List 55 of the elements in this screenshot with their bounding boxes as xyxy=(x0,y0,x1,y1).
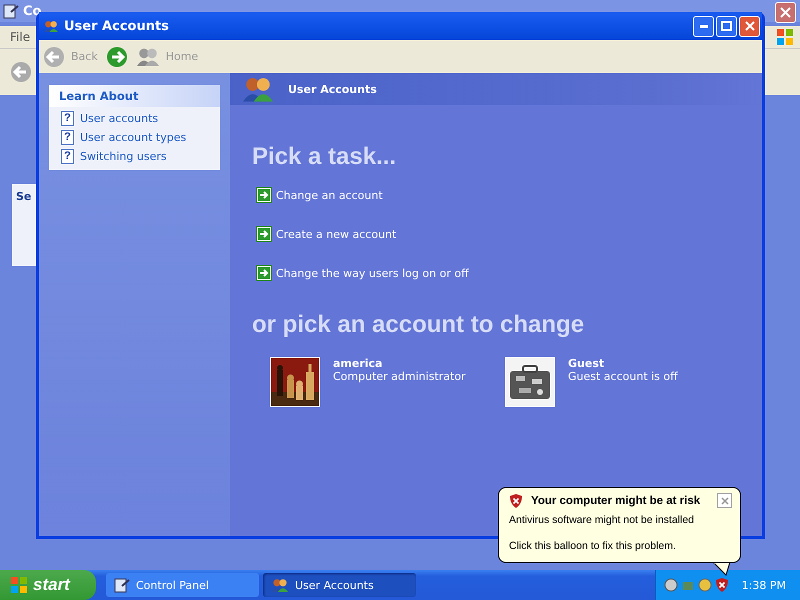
help-icon: ? xyxy=(61,111,74,126)
close-icon xyxy=(744,21,754,31)
window-title: User Accounts xyxy=(64,18,169,34)
taskbar-button[interactable]: User Accounts xyxy=(263,573,416,597)
task-link[interactable]: Change an account xyxy=(276,188,383,202)
taskbar-button[interactable]: Control Panel xyxy=(106,573,259,597)
back-icon xyxy=(10,61,32,83)
balloon-text: Click this balloon to fix this problem. xyxy=(509,540,677,552)
arrow-icon xyxy=(256,187,272,203)
account-type: Computer administrator xyxy=(333,370,466,383)
task-link[interactable]: Change the way users log on or off xyxy=(276,266,469,280)
arrow-icon xyxy=(256,265,272,281)
control-panel-icon xyxy=(3,3,19,19)
section-heading: or pick an account to change xyxy=(252,311,586,339)
close-icon xyxy=(720,496,728,504)
windows-logo-icon xyxy=(10,576,28,594)
panel-heading: Se xyxy=(16,190,32,203)
windows-logo-icon xyxy=(776,28,794,46)
home-button[interactable]: Home xyxy=(136,46,198,66)
start-button[interactable]: start xyxy=(0,570,96,600)
back-icon xyxy=(43,46,65,68)
users-icon xyxy=(242,76,274,102)
menu-item[interactable]: File xyxy=(10,30,30,44)
balloon-text: Antivirus software might not be installed xyxy=(509,514,696,526)
help-icon: ? xyxy=(61,130,74,145)
help-icon: ? xyxy=(61,149,74,164)
maximize-icon xyxy=(721,21,732,31)
arrow-icon xyxy=(256,226,272,242)
section-heading: Pick a task... xyxy=(252,143,398,171)
help-link[interactable]: Switching users xyxy=(80,150,167,163)
help-link[interactable]: User accounts xyxy=(80,112,158,125)
task-link[interactable]: Create a new account xyxy=(276,228,396,240)
account-name[interactable]: america xyxy=(333,357,466,370)
account-type: Guest account is off xyxy=(568,370,678,383)
minimize-button[interactable] xyxy=(693,16,714,36)
security-center-icon[interactable] xyxy=(698,578,712,592)
clock[interactable]: 1:38 PM xyxy=(742,578,800,592)
maximize-button[interactable] xyxy=(716,16,737,36)
users-icon xyxy=(43,20,59,32)
notification-balloon[interactable]: Your computer might be at risk Antivirus software might not be installed Click this balloon to fix this problem. xyxy=(498,487,741,563)
balloon-title: Your computer might be at risk xyxy=(531,494,700,506)
help-link[interactable]: User account types xyxy=(80,131,186,144)
account-name[interactable]: Guest xyxy=(568,357,678,370)
minimize-icon xyxy=(700,24,708,28)
users-icon xyxy=(271,578,289,592)
close-button[interactable] xyxy=(717,493,732,508)
shield-icon xyxy=(509,494,523,508)
shield-icon xyxy=(715,578,729,592)
panel-heading: Learn About xyxy=(59,89,138,103)
speaker-icon[interactable] xyxy=(664,578,678,592)
control-panel-icon xyxy=(114,577,130,593)
forward-icon xyxy=(106,46,128,68)
header-title: User Accounts xyxy=(288,82,377,96)
back-button[interactable]: Back xyxy=(43,46,98,68)
users-icon xyxy=(136,46,160,66)
